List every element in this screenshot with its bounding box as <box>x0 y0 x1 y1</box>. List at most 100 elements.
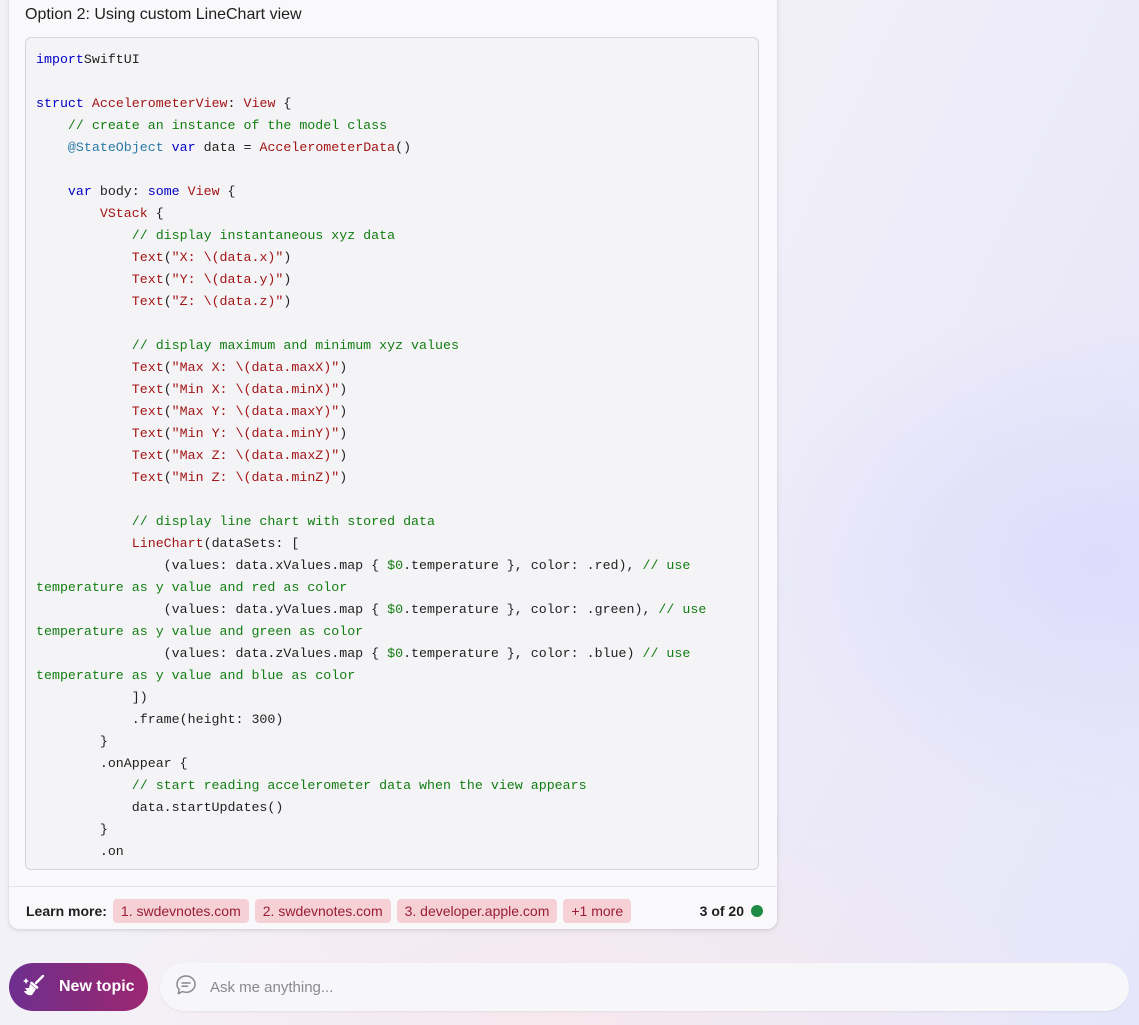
code-line: Text("Max Z: \(data.maxZ)") <box>36 445 706 467</box>
code-line: (values: data.yValues.map { $0.temperatu… <box>36 599 707 621</box>
code-token: $0 <box>387 602 404 617</box>
code-line: data.startUpdates() <box>36 797 706 819</box>
code-line: importSwiftUI <box>36 49 706 71</box>
code-token: // create an instance of the model class <box>67 118 388 133</box>
code-token: { <box>275 96 292 111</box>
code-token: "Min Y: \(data.minY)" <box>171 426 340 441</box>
code-line: VStack { <box>36 203 706 225</box>
more-sources-link[interactable]: +1 more <box>563 899 632 923</box>
code-line: Text("Min X: \(data.minX)") <box>36 379 706 401</box>
code-token: ( <box>163 250 172 265</box>
code-token: View <box>187 184 220 199</box>
code-token: struct <box>36 96 84 111</box>
code-token: } <box>36 734 108 749</box>
code-line: .on <box>36 841 706 863</box>
response-card: Option 2: Using custom LineChart view im… <box>9 0 777 929</box>
code-token: .temperature }, color: .red), <box>403 558 643 573</box>
code-token: ) <box>339 426 348 441</box>
code-line: struct AccelerometerView: View { <box>36 93 706 115</box>
chat-bubble-icon <box>174 973 198 1002</box>
code-token: ( <box>163 272 172 287</box>
code-token: body: <box>91 184 148 199</box>
composer-bar[interactable] <box>160 963 1129 1011</box>
code-token: temperature as y value and red as color <box>36 580 348 595</box>
code-token: } <box>36 822 108 837</box>
code-token: "Z: \(data.z)" <box>171 294 284 309</box>
divider <box>9 886 777 887</box>
code-line: var body: some View { <box>36 181 706 203</box>
code-token: (values: data.xValues.map { <box>36 558 388 573</box>
code-token: Text <box>131 294 164 309</box>
code-token: ) <box>283 272 292 287</box>
code-line: } <box>36 819 706 841</box>
code-token: var <box>171 140 196 155</box>
code-line: Text("Min Y: \(data.minY)") <box>36 423 706 445</box>
code-token: // use <box>642 646 691 661</box>
code-line: LineChart(dataSets: [ <box>36 533 706 555</box>
code-token: Text <box>131 272 164 287</box>
code-token: ( <box>163 448 172 463</box>
broom-sparkle-icon <box>21 972 47 1003</box>
option-title: Option 2: Using custom LineChart view <box>25 6 302 23</box>
code-token: VStack <box>99 206 148 221</box>
source-link-2[interactable]: 2. swdevnotes.com <box>254 899 391 923</box>
code-line: // create an instance of the model class <box>36 115 706 137</box>
learn-more-bar: Learn more: 1. swdevnotes.com 2. swdevno… <box>26 898 637 924</box>
status-dot-icon <box>751 905 763 917</box>
code-line: @StateObject var data = AccelerometerDat… <box>36 137 706 159</box>
code-token: AccelerometerView <box>91 96 228 111</box>
code-token: ( <box>163 360 172 375</box>
code-token: : <box>227 96 244 111</box>
code-token: .onAppear { <box>36 756 188 771</box>
code-token: Text <box>131 426 164 441</box>
code-token: Text <box>131 404 164 419</box>
code-token: { <box>219 184 236 199</box>
ask-input[interactable] <box>208 977 1092 997</box>
code-line: Text("Max X: \(data.maxX)") <box>36 357 706 379</box>
code-token: "Min X: \(data.minX)" <box>171 382 340 397</box>
code-token: data = <box>195 140 260 155</box>
code-token: ) <box>339 470 348 485</box>
code-token: ) <box>283 294 292 309</box>
source-link-3[interactable]: 3. developer.apple.com <box>396 899 558 923</box>
code-token: temperature as y value and blue as color <box>36 668 356 683</box>
code-line: .frame(height: 300) <box>36 709 706 731</box>
code-token: ( <box>163 426 172 441</box>
code-token: "Max Y: \(data.maxY)" <box>171 404 340 419</box>
code-line: // display instantaneous xyz data <box>36 225 706 247</box>
code-token: @StateObject <box>67 140 164 155</box>
new-topic-button[interactable]: New topic <box>9 963 148 1011</box>
code-token: "X: \(data.x)" <box>171 250 284 265</box>
code-line: temperature as y value and red as color <box>36 577 706 599</box>
code-token: () <box>395 140 412 155</box>
source-link-1[interactable]: 1. swdevnotes.com <box>112 899 249 923</box>
code-token: some <box>147 184 180 199</box>
code-token: (values: data.yValues.map { <box>36 602 388 617</box>
code-line: Text("Min Z: \(data.minZ)") <box>36 467 706 489</box>
code-token: ) <box>339 382 348 397</box>
code-token: // display line chart with stored data <box>131 514 435 529</box>
code-line: (values: data.xValues.map { $0.temperatu… <box>36 555 706 577</box>
code-line: // start reading accelerometer data when… <box>36 775 706 797</box>
counter-text: 3 of 20 <box>699 903 744 919</box>
response-counter: 3 of 20 <box>700 898 763 924</box>
code-token: .temperature }, color: .blue) <box>403 646 643 661</box>
code-token: SwiftUI <box>83 52 140 67</box>
code-token: // use <box>658 602 707 617</box>
code-token: Text <box>131 360 164 375</box>
code-line: Text("Max Y: \(data.maxY)") <box>36 401 706 423</box>
code-token: "Min Z: \(data.minZ)" <box>171 470 340 485</box>
code-token: // start reading accelerometer data when… <box>131 778 587 793</box>
